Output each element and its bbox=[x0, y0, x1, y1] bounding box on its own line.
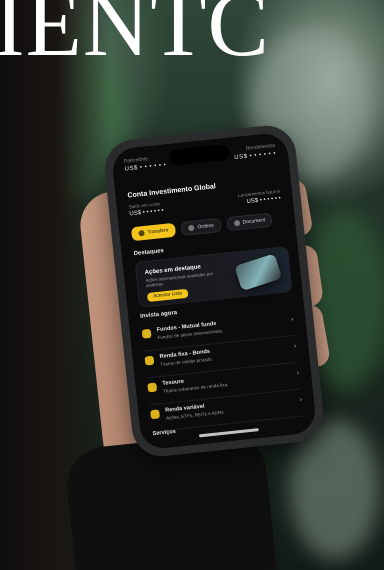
phone-screen: Patrimônio US$ • • • • • • Rendimentos U… bbox=[110, 131, 318, 451]
lancamentos: Lançamentos futuros US$ • • • • • • bbox=[238, 189, 281, 206]
blurred-light bbox=[290, 420, 380, 560]
investment-list: Fundos - Mutual funds Fundos de ativos i… bbox=[141, 308, 304, 433]
item-text: Fundos - Mutual funds Fundos de ativos i… bbox=[156, 314, 285, 340]
treasury-icon bbox=[147, 382, 158, 393]
home-indicator[interactable] bbox=[198, 428, 259, 438]
pill-label: Document bbox=[242, 217, 266, 226]
action-pills: Transferir Ordens Document bbox=[130, 212, 274, 242]
pill-label: Ordens bbox=[197, 222, 215, 231]
chevron-right-icon: › bbox=[299, 396, 303, 404]
stocks-icon bbox=[150, 409, 161, 420]
access-list-button[interactable]: Acessar Lista bbox=[146, 288, 189, 302]
featured-banner[interactable]: Ações em destaque Ações internacionais a… bbox=[134, 246, 293, 308]
transfer-icon bbox=[138, 229, 145, 237]
document-icon bbox=[233, 219, 240, 227]
bonds-icon bbox=[144, 355, 155, 366]
patrimonio: Patrimônio US$ • • • • • • bbox=[124, 154, 167, 172]
background-photo: IENTC Patrimônio US$ • • • • • • Rendime… bbox=[0, 0, 384, 570]
document-button[interactable]: Document bbox=[225, 212, 274, 232]
chevron-right-icon: › bbox=[290, 315, 294, 324]
ordens-button[interactable]: Ordens bbox=[180, 217, 222, 237]
section-title-invista: Invista agora bbox=[139, 309, 178, 320]
chevron-right-icon: › bbox=[293, 342, 297, 350]
smartphone: Patrimônio US$ • • • • • • Rendimentos U… bbox=[101, 122, 327, 460]
metric-value: US$ • • • • • • bbox=[234, 150, 277, 162]
section-title-destaques: Destaques bbox=[133, 248, 165, 258]
metric-value: US$ • • • • • • bbox=[129, 207, 164, 218]
funds-icon bbox=[141, 328, 152, 339]
saldo: Saldo em conta US$ • • • • • • bbox=[128, 201, 164, 218]
card-illustration bbox=[234, 253, 283, 292]
rendimentos: Rendimentos US$ • • • • • • bbox=[233, 143, 276, 161]
transferir-button[interactable]: Transferir bbox=[130, 222, 177, 242]
chevron-right-icon: › bbox=[296, 369, 300, 377]
orders-icon bbox=[188, 224, 195, 232]
pill-label: Transferir bbox=[147, 227, 169, 236]
headline-text: IENTC bbox=[0, 0, 270, 75]
services-tab-label[interactable]: Serviços bbox=[152, 429, 176, 437]
metric-label: Patrimônio bbox=[123, 156, 149, 165]
